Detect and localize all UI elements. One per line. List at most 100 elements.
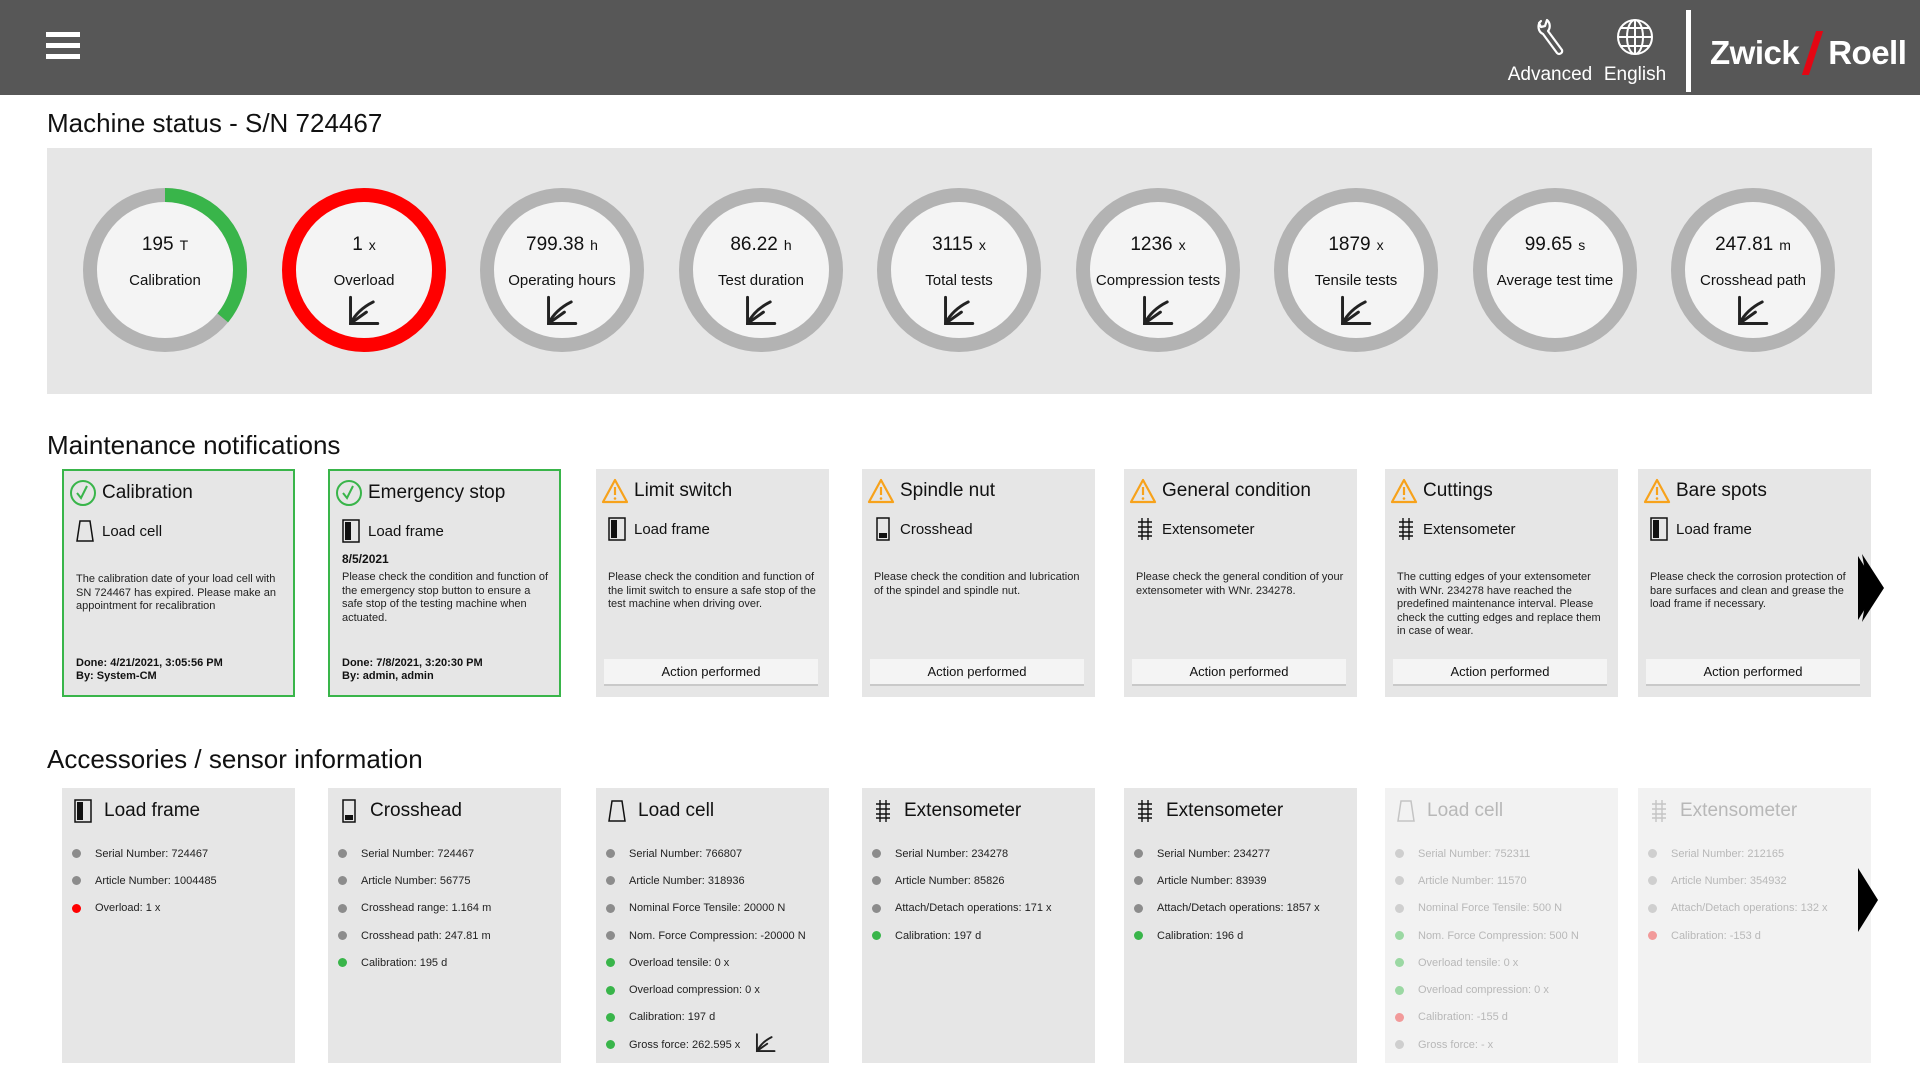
sensor-info-item: Attach/Detach operations: 1857 x: [1134, 895, 1320, 922]
gauge-value: 1879 x: [1272, 234, 1440, 256]
sensor-info-text: Overload compression: 0 x: [629, 984, 760, 997]
gauge-average-test-time[interactable]: 99.65 s Average test time: [1471, 186, 1639, 354]
accessories-next-arrow[interactable]: [1858, 862, 1888, 938]
gauge-label: Operating hours: [508, 272, 616, 289]
sensor-info-item: Calibration: 197 d: [872, 922, 1052, 949]
sensor-info-item: Calibration: -155 d: [1395, 1004, 1579, 1031]
status-dot-grey: [872, 903, 881, 913]
card-title-text: Calibration: [102, 482, 193, 503]
card-title-text: Emergency stop: [368, 482, 506, 503]
gauge-value: 247.81 m: [1669, 234, 1837, 256]
status-dot-green: [606, 1040, 615, 1050]
gauge-value: 799.38 h: [478, 234, 646, 256]
gauge-content: 247.81 m Crosshead path: [1669, 186, 1837, 354]
gauge-crosshead-path[interactable]: 247.81 m Crosshead path: [1669, 186, 1837, 354]
sensor-info-list: Serial Number: 766807 Article Number: 318…: [606, 840, 806, 1058]
sensor-info-item: Article Number: 1004485: [72, 867, 217, 894]
status-dot-grey: [338, 849, 347, 859]
extensometer-icon: [1134, 517, 1156, 541]
sensor-info-text: Crosshead range: 1.164 m: [361, 902, 492, 915]
sensor-info-text: Article Number: 56775: [361, 874, 471, 887]
chart-icon[interactable]: [1338, 294, 1372, 333]
sensor-info-item: Serial Number: 766807: [606, 840, 806, 867]
accessory-card-extensometer[interactable]: Extensometer Serial Number: 234278 Article…: [862, 788, 1095, 1063]
status-dot-grey: [606, 876, 615, 886]
sensor-info-item: Gross force: - x: [1395, 1031, 1579, 1058]
status-dot-grey: [1395, 1040, 1404, 1050]
status-dot-green: [1395, 985, 1404, 995]
chart-icon[interactable]: [743, 294, 777, 333]
card-subtitle: Load frame: [340, 519, 444, 543]
gauge-value: 86.22 h: [677, 234, 845, 256]
sensor-info-text: Overload tensile: 0 x: [629, 956, 730, 969]
chart-icon[interactable]: [941, 294, 975, 333]
maintenance-card-general-condition: General condition Extensometer Please chec…: [1124, 469, 1357, 697]
gauge-number: 99.65: [1524, 234, 1573, 255]
status-dot-grey: [72, 849, 81, 859]
sensor-info-item: Article Number: 83939: [1134, 867, 1320, 894]
sensor-info-list: Serial Number: 212165 Article Number: 354…: [1648, 840, 1828, 949]
sensor-info-item: Nom. Force Compression: 500 N: [1395, 922, 1579, 949]
gauge-operating-hours[interactable]: 799.38 h Operating hours: [478, 186, 646, 354]
chart-icon[interactable]: [1735, 294, 1769, 333]
status-dot-grey: [1648, 876, 1657, 886]
gauge-calibration[interactable]: 195 T Calibration: [81, 186, 249, 354]
gauge-unit: h: [783, 237, 792, 253]
action-performed-button[interactable]: Action performed: [1646, 659, 1860, 686]
gauge-number: 1879: [1328, 234, 1371, 255]
sensor-info-text: Nominal Force Tensile: 20000 N: [629, 902, 786, 915]
card-title: Load cell: [1395, 796, 1503, 826]
gauge-content: 799.38 h Operating hours: [478, 186, 646, 354]
sensor-info-text: Serial Number: 724467: [361, 847, 475, 860]
gauge-test-duration[interactable]: 86.22 h Test duration: [677, 186, 845, 354]
gauge-total-tests[interactable]: 3115 x Total tests: [875, 186, 1043, 354]
gauge-compression-tests[interactable]: 1236 x Compression tests: [1074, 186, 1242, 354]
status-dot-grey: [338, 931, 347, 941]
warning-icon: [867, 477, 895, 505]
chart-icon[interactable]: [754, 1032, 776, 1057]
action-performed-button[interactable]: Action performed: [1393, 659, 1607, 686]
card-title-text: Cuttings: [1423, 480, 1493, 501]
card-subtitle-text: Extensometer: [1423, 520, 1516, 538]
card-title-text: Limit switch: [634, 480, 733, 501]
menu-icon[interactable]: [46, 32, 80, 62]
sensor-info-list: Serial Number: 724467 Article Number: 567…: [338, 840, 491, 976]
gauge-overload[interactable]: 1 x Overload: [280, 186, 448, 354]
chart-icon[interactable]: [346, 294, 380, 333]
action-performed-button[interactable]: Action performed: [604, 659, 818, 686]
card-done-date: Done: 4/21/2021, 3:05:56 PM: [76, 657, 223, 669]
sensor-info-item: Gross force: 262.595 x: [606, 1031, 806, 1058]
card-description: Please check the condition and lubricati…: [874, 571, 1080, 597]
language-button[interactable]: English: [1585, 14, 1685, 86]
card-subtitle: Crosshead: [872, 517, 973, 541]
gauge-unit: x: [368, 237, 376, 253]
accessory-card-extensometer[interactable]: Extensometer Serial Number: 234277 Article…: [1124, 788, 1357, 1063]
card-title-text: Load cell: [638, 800, 715, 821]
sensor-info-text: Attach/Detach operations: 171 x: [895, 902, 1052, 915]
action-performed-button[interactable]: Action performed: [870, 659, 1084, 686]
sensor-info-text: Attach/Detach operations: 132 x: [1671, 902, 1828, 915]
gauge-tensile-tests[interactable]: 1879 x Tensile tests: [1272, 186, 1440, 354]
card-title-text: Bare spots: [1676, 480, 1767, 501]
accessory-card-load-cell[interactable]: Load cell Serial Number: 766807 Article Nu…: [596, 788, 829, 1063]
chart-icon[interactable]: [544, 294, 578, 333]
sensor-info-text: Nom. Force Compression: -20000 N: [629, 929, 806, 942]
maintenance-card-cuttings: Cuttings Extensometer The cutting edges of…: [1385, 469, 1618, 697]
status-dot-grey: [1648, 849, 1657, 859]
accessory-card-extensometer[interactable]: Extensometer Serial Number: 212165 Article…: [1638, 788, 1871, 1063]
status-dot-green: [606, 1012, 615, 1022]
sensor-info-text: Serial Number: 724467: [95, 847, 209, 860]
maintenance-next-arrow[interactable]: [1858, 550, 1888, 626]
card-done-date: Done: 7/8/2021, 3:20:30 PM: [342, 657, 483, 669]
sensor-info-text: Calibration: 196 d: [1157, 929, 1244, 942]
extensometer-icon: [1648, 798, 1670, 824]
accessory-card-load-cell[interactable]: Load cell Serial Number: 752311 Article Nu…: [1385, 788, 1618, 1063]
status-dot-grey: [1395, 849, 1404, 859]
action-performed-button[interactable]: Action performed: [1132, 659, 1346, 686]
gauge-number: 799.38: [526, 234, 585, 255]
sensor-info-text: Nom. Force Compression: 500 N: [1418, 929, 1579, 942]
chart-icon[interactable]: [1140, 294, 1174, 333]
accessory-card-crosshead[interactable]: Crosshead Serial Number: 724467 Article Nu…: [328, 788, 561, 1063]
card-title-text: Spindle nut: [900, 480, 996, 501]
accessory-card-load-frame[interactable]: Load frame Serial Number: 724467 Article N…: [62, 788, 295, 1063]
